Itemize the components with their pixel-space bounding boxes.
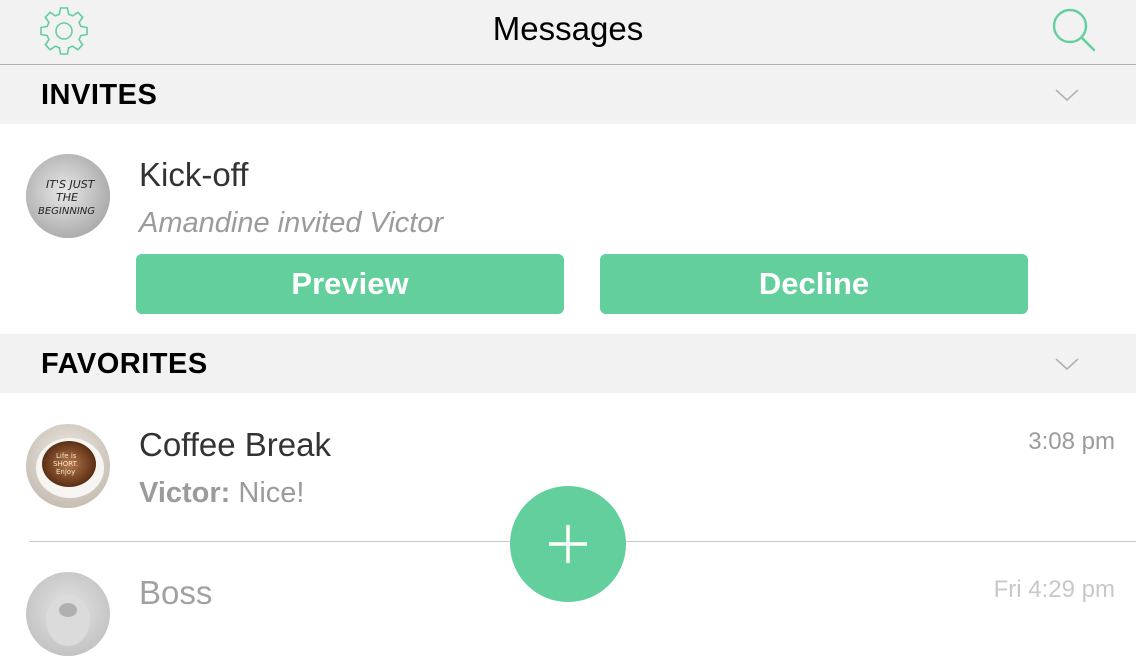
new-room-button[interactable] — [510, 486, 626, 602]
room-avatar — [26, 572, 110, 656]
room-avatar: Life is SHORT. Enjoy — [26, 424, 110, 508]
avatar-text-line-2: SHORT. — [53, 460, 78, 468]
avatar-text-line-3: Enjoy — [56, 468, 75, 476]
section-title-invites: INVITES — [41, 79, 158, 111]
section-header-favorites[interactable]: FAVORITES — [0, 334, 1136, 393]
last-message-time: 3:08 pm — [1028, 428, 1115, 455]
avatar-text-line-1: IT'S JUST — [46, 178, 96, 191]
navbar: Messages — [0, 0, 1136, 65]
invite-description: Amandine invited Victor — [139, 207, 444, 239]
avatar-text-line-3: BEGINNING — [38, 206, 95, 217]
section-header-invites[interactable]: INVITES — [0, 65, 1136, 124]
message-sender: Victor: — [139, 477, 231, 509]
room-name: Kick-off — [139, 156, 249, 193]
avatar-text-line-2: THE — [56, 191, 78, 204]
room-name: Coffee Break — [139, 426, 332, 463]
preview-button[interactable]: Preview — [136, 254, 564, 314]
page-title: Messages — [492, 10, 644, 47]
avatar-text-line-1: Life is — [56, 452, 77, 460]
chevron-down-icon[interactable] — [1054, 87, 1080, 103]
decline-button[interactable]: Decline — [600, 254, 1028, 314]
message-text: Nice! — [238, 477, 305, 509]
last-message-preview: Victor: Nice! — [139, 477, 304, 510]
plus-icon — [549, 525, 587, 563]
search-icon — [1052, 8, 1096, 52]
last-message-time: Fri 4:29 pm — [993, 576, 1115, 603]
search-button[interactable] — [1048, 6, 1100, 58]
room-avatar: IT'S JUST THE BEGINNING — [26, 154, 110, 238]
chevron-down-icon[interactable] — [1054, 356, 1080, 372]
section-title-favorites: FAVORITES — [41, 348, 208, 380]
room-name: Boss — [139, 574, 213, 611]
